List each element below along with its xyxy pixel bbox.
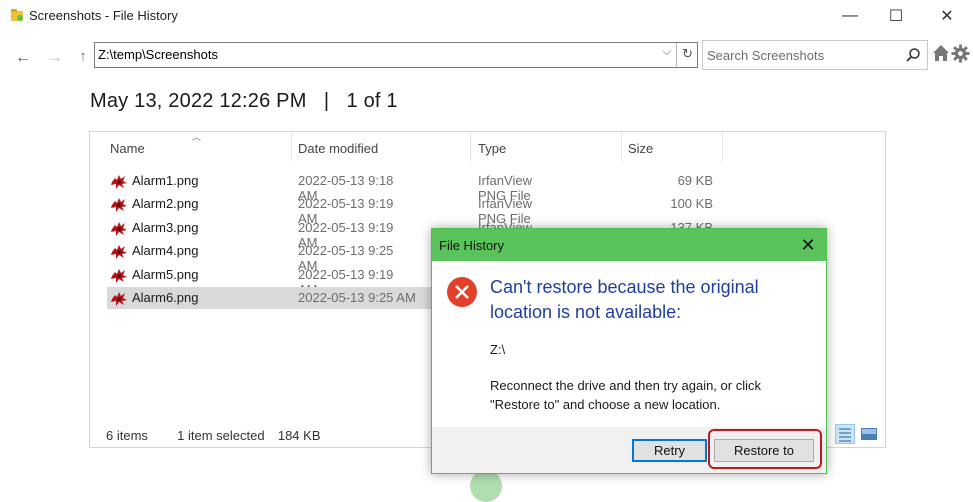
details-view-icon[interactable]: [835, 424, 855, 444]
sort-caret-icon: ︿: [192, 132, 202, 142]
file-name: Alarm5.png: [132, 266, 199, 282]
error-icon: [447, 277, 477, 307]
refresh-icon[interactable]: ↻: [682, 46, 693, 62]
column-divider[interactable]: [470, 132, 471, 162]
file-size: 100 KB: [670, 196, 713, 212]
home-icon[interactable]: [932, 44, 950, 62]
timeline-marker[interactable]: [470, 470, 502, 502]
window-title: Screenshots - File History: [29, 8, 178, 23]
back-button[interactable]: ←: [10, 45, 36, 71]
file-row[interactable]: Alarm2.png 2022-05-13 9:19 AM IrfanView PN…: [107, 193, 713, 226]
file-size: 69 KB: [677, 173, 713, 188]
arrow-right-icon: →: [47, 49, 63, 66]
irfanview-png-icon: [111, 245, 127, 260]
column-header-size[interactable]: Size: [628, 141, 653, 163]
close-icon: ✕: [800, 234, 816, 255]
file-row[interactable]: Alarm1.png 2022-05-13 9:18 AM IrfanView PN…: [107, 170, 713, 203]
file-date: 2022-05-13 9:25 AM: [298, 290, 416, 305]
dialog-close-button[interactable]: ✕: [796, 233, 820, 257]
file-row[interactable]: Alarm5.png2022-05-13 9:19 AM: [107, 264, 413, 297]
item-count: 6 items: [106, 428, 148, 443]
file-name: Alarm3.png: [132, 219, 199, 235]
dialog-title: File History: [439, 238, 505, 253]
file-name: Alarm6.png: [132, 290, 199, 305]
column-divider[interactable]: [722, 132, 723, 162]
dialog-title-bar: File History ✕: [432, 229, 826, 261]
address-input[interactable]: Z:\temp\Screenshots: [98, 47, 218, 62]
selection-size: 184 KB: [277, 428, 321, 443]
file-name: Alarm2.png: [132, 196, 199, 212]
column-divider[interactable]: [291, 132, 292, 162]
file-name: Alarm1.png: [132, 173, 199, 188]
file-history-icon: [11, 9, 23, 21]
maximize-button[interactable]: ☐: [873, 0, 919, 32]
forward-button[interactable]: →: [42, 45, 68, 71]
up-button[interactable]: ↑: [74, 44, 92, 68]
restore-error-dialog: File History ✕ Can't restore because the…: [431, 228, 827, 474]
dialog-path: Z:\: [490, 342, 506, 357]
gear-icon[interactable]: [951, 44, 970, 63]
minimize-icon: —: [842, 7, 858, 24]
status-bar: 6 items 1 item selected 184 KB: [106, 428, 321, 443]
file-row[interactable]: Alarm4.png 2022-05-13 9:25 AM: [107, 240, 413, 273]
file-row[interactable]: Alarm3.png2022-05-13 9:19 AMIrfanView PN…: [107, 217, 713, 250]
title-bar: Screenshots - File History — ☐ ✕: [0, 0, 973, 32]
dialog-message: Reconnect the drive and then try again, …: [490, 378, 761, 412]
file-name: Alarm4.png: [132, 243, 199, 259]
search-input[interactable]: Search Screenshots: [707, 48, 824, 63]
minimize-button[interactable]: —: [827, 0, 873, 32]
address-bar[interactable]: Z:\temp\Screenshots ⌵ ↻: [94, 42, 698, 68]
search-box[interactable]: Search Screenshots: [702, 40, 928, 70]
dialog-heading: Can't restore because the original locat…: [490, 277, 759, 322]
snapshot-heading: May 13, 2022 12:26 PM | 1 of 1: [90, 90, 398, 112]
selection-count: 1 item selected: [177, 428, 265, 443]
irfanview-png-icon: [111, 221, 127, 236]
arrow-left-icon: ←: [15, 49, 31, 66]
close-icon: ✕: [940, 8, 954, 25]
chevron-down-icon[interactable]: ⌵: [663, 46, 671, 59]
irfanview-png-icon: [111, 175, 127, 189]
column-header-date[interactable]: Date modified: [298, 141, 378, 163]
irfanview-png-icon: [111, 268, 127, 283]
maximize-icon: ☐: [888, 8, 904, 25]
address-divider: [676, 43, 677, 67]
arrow-up-icon: ↑: [79, 47, 87, 65]
retry-button[interactable]: Retry: [632, 439, 707, 462]
large-icons-view-icon[interactable]: [859, 424, 879, 444]
column-divider[interactable]: [621, 132, 622, 162]
search-icon[interactable]: [905, 47, 921, 63]
column-header-type[interactable]: Type: [478, 141, 506, 163]
irfanview-png-icon: [111, 198, 127, 213]
column-header-name[interactable]: Name: [110, 141, 145, 163]
close-button[interactable]: ✕: [924, 0, 970, 32]
file-row[interactable]: Alarm6.png 2022-05-13 9:25 AM: [107, 287, 437, 309]
irfanview-png-icon: [111, 292, 127, 306]
restore-to-button[interactable]: Restore to: [714, 439, 814, 462]
